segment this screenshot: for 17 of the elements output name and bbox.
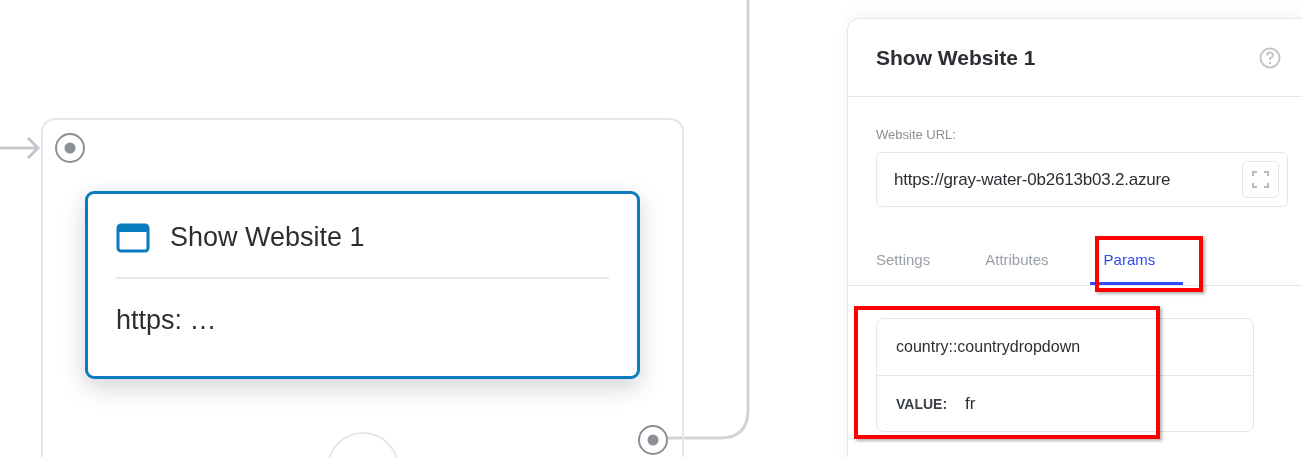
port-icon[interactable]	[637, 424, 669, 456]
website-node[interactable]: Show Website 1 https: …	[85, 191, 640, 379]
url-field[interactable]: https://gray-water-0b2613b03.2.azure	[876, 152, 1288, 207]
value-label: VALUE:	[896, 395, 948, 412]
node-title: Show Website 1	[170, 222, 365, 253]
param-name: country::countrydropdown	[896, 338, 1081, 356]
browser-window-icon	[116, 222, 150, 253]
panel-title: Show Website 1	[876, 45, 1036, 70]
arrow-icon	[0, 136, 42, 162]
field-label: Website URL:	[876, 127, 957, 142]
port-icon[interactable]	[54, 132, 86, 164]
help-icon[interactable]	[1259, 46, 1281, 69]
expand-button[interactable]	[1242, 161, 1279, 198]
node-url: https: …	[116, 305, 218, 336]
tab[interactable]: Params	[1089, 237, 1184, 285]
param-value: fr	[965, 393, 976, 414]
expand-icon	[1252, 171, 1269, 188]
